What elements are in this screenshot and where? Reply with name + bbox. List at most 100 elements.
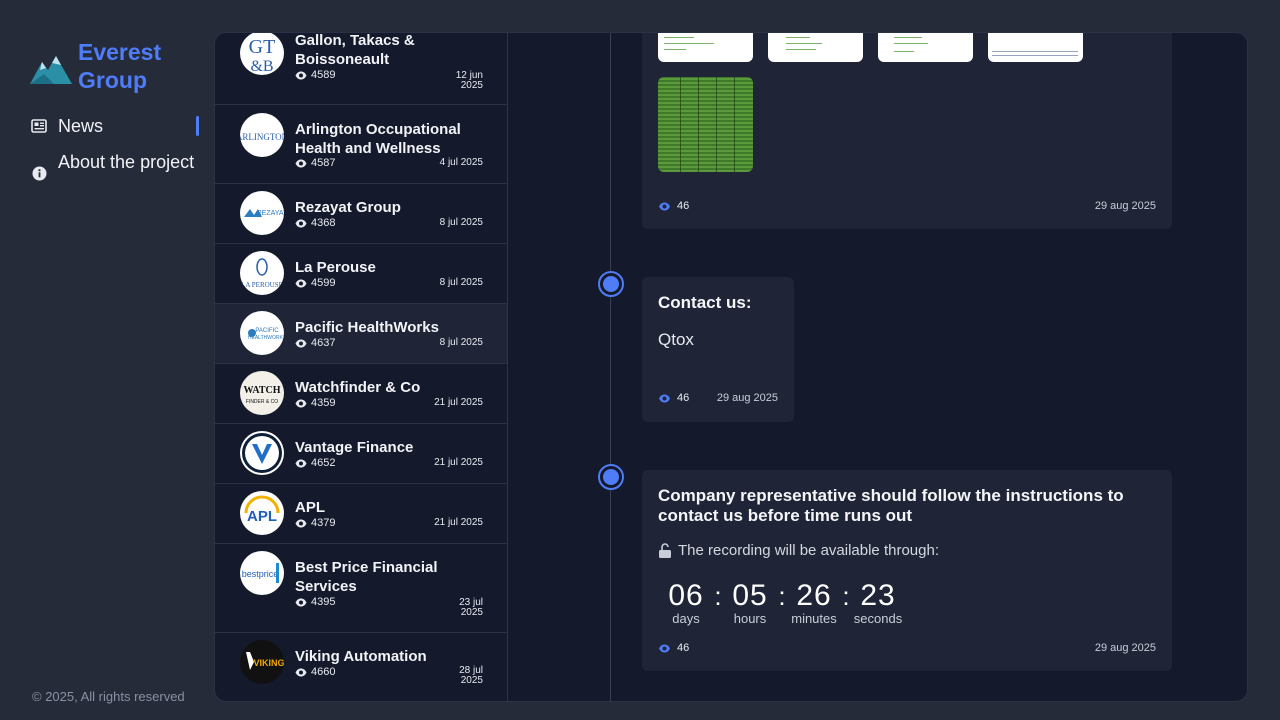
nav-item-about[interactable]: About the project <box>30 152 198 182</box>
countdown-timer: 06 days : 05 hours : 26 minutes : 23 sec… <box>658 580 906 626</box>
company-item[interactable]: APL APL 4379 21 jul 2025 <box>215 484 507 544</box>
svg-text:PACIFIC: PACIFIC <box>255 328 279 334</box>
timeline-dot <box>598 271 624 297</box>
countdown-label: days <box>672 611 700 626</box>
company-item-selected[interactable]: PACIFIC HEALTHWORKS Pacific HealthWorks 4… <box>215 304 507 364</box>
company-item[interactable]: GT &B Gallon, Takacs & Boissoneault 4589 … <box>215 33 507 105</box>
company-item[interactable]: LA PEROUSE La Perouse 4599 8 jul 2025 <box>215 244 507 304</box>
svg-text:REZAYAT: REZAYAT <box>257 210 284 217</box>
company-item[interactable]: WATCH FINDER & CO Watchfinder & Co 4359 2… <box>215 364 507 424</box>
date-line1: 21 jul 2025 <box>434 517 483 528</box>
company-logo: GT &B <box>240 33 284 75</box>
countdown-value: 05 <box>732 579 768 612</box>
countdown-separator: : <box>778 581 786 611</box>
date-line2: 2025 <box>460 607 483 618</box>
company-name: Watchfinder & Co <box>295 379 421 396</box>
company-item[interactable]: REZAYAT Rezayat Group 4368 8 jul 2025 <box>215 184 507 244</box>
company-date: 23 jul 2025 <box>439 598 483 618</box>
active-indicator <box>196 116 199 136</box>
eye-icon <box>659 202 670 210</box>
company-name: La Perouse <box>295 259 376 276</box>
date-line1: 8 jul 2025 <box>439 337 483 348</box>
date-line1: 21 jul 2025 <box>434 457 483 468</box>
eye-icon <box>295 598 307 606</box>
company-logo: LA PEROUSE <box>240 251 284 295</box>
countdown-hours: 05 hours <box>722 580 778 626</box>
eye-icon <box>295 459 307 467</box>
company-date: 8 jul 2025 <box>403 218 483 228</box>
attachment-thumbnail[interactable] <box>988 33 1083 62</box>
post-title: Contact us: <box>658 293 752 312</box>
date-line1: 8 jul 2025 <box>439 217 483 228</box>
views-count: 46 <box>677 642 690 654</box>
date-line1: 21 jul 2025 <box>434 397 483 408</box>
countdown-minutes: 26 minutes <box>786 580 842 626</box>
post-date: 29 aug 2025 <box>716 392 778 404</box>
svg-text:bestprice: bestprice <box>242 569 279 579</box>
nav-label-news: News <box>58 116 104 136</box>
countdown-value: 06 <box>668 579 704 612</box>
sidebar: Everest Group News About the project © 2… <box>0 0 214 720</box>
attachment-thumbnail[interactable] <box>658 33 753 62</box>
post-date: 29 aug 2025 <box>1094 200 1156 212</box>
post-text: Qtox <box>658 330 694 349</box>
views-count: 4660 <box>311 666 336 678</box>
company-views: 4587 <box>295 157 335 169</box>
eye-icon <box>295 519 307 527</box>
company-views: 4599 <box>295 277 335 289</box>
post-date: 29 aug 2025 <box>1094 642 1156 654</box>
date-line2: 2025 <box>460 80 483 91</box>
attachment-thumbnail[interactable] <box>878 33 973 62</box>
company-date: 12 jun 2025 <box>439 71 483 91</box>
svg-text:ARLINGTON: ARLINGTON <box>240 132 284 142</box>
eye-icon <box>295 159 307 167</box>
company-item[interactable]: VIKING Viking Automation 4660 28 jul 202… <box>215 633 507 701</box>
views-count: 4599 <box>311 277 336 289</box>
company-item[interactable]: ARLINGTON Arlington Occupational Health … <box>215 105 507 184</box>
date-line2: 2025 <box>460 675 483 686</box>
countdown-days: 06 days <box>658 580 714 626</box>
views-count: 4368 <box>311 217 336 229</box>
countdown-label: seconds <box>853 611 903 626</box>
brand[interactable]: Everest Group <box>30 38 161 94</box>
countdown-seconds: 23 seconds <box>850 580 906 626</box>
company-date: 4 jul 2025 <box>403 158 483 168</box>
eye-icon <box>295 399 307 407</box>
views-count: 46 <box>677 392 690 404</box>
views-count: 4359 <box>311 397 336 409</box>
company-date: 8 jul 2025 <box>403 338 483 348</box>
countdown-label: hours <box>733 611 767 626</box>
company-logo: bestprice <box>240 551 284 595</box>
views-count: 4589 <box>311 69 336 81</box>
views-count: 4652 <box>311 457 336 469</box>
attachment-thumbnail[interactable] <box>658 77 753 172</box>
company-logo: APL <box>240 491 284 535</box>
post-card: 46 29 aug 2025 <box>642 33 1172 229</box>
company-views: 4395 <box>295 596 335 608</box>
post-title: Company representative should follow the… <box>658 486 1124 525</box>
views-count: 4395 <box>311 596 336 608</box>
countdown-separator: : <box>714 581 722 611</box>
nav-item-news[interactable]: News <box>30 116 198 136</box>
company-views: 4660 <box>295 666 335 678</box>
views-count: 46 <box>677 200 690 212</box>
copyright-text: © 2025, All rights reserved <box>32 689 185 704</box>
mountain-logo-icon <box>30 56 72 84</box>
company-views: 4379 <box>295 517 335 529</box>
unlock-icon <box>659 543 671 558</box>
attachment-thumbnail[interactable] <box>768 33 863 62</box>
svg-text:LA PEROUSE: LA PEROUSE <box>241 281 283 289</box>
company-item[interactable]: bestprice Best Price Financial Services … <box>215 544 507 633</box>
recording-notice: The recording will be available through: <box>658 542 939 559</box>
company-logo <box>240 431 284 475</box>
brand-name-line2: Group <box>78 67 147 93</box>
brand-name: Everest Group <box>78 38 161 94</box>
views-count: 4637 <box>311 337 336 349</box>
svg-text:FINDER & CO: FINDER & CO <box>246 399 278 405</box>
post-views: 46 <box>658 200 689 212</box>
company-item[interactable]: Vantage Finance 4652 21 jul 2025 <box>215 424 507 484</box>
company-list[interactable]: GT &B Gallon, Takacs & Boissoneault 4589 … <box>215 33 508 701</box>
post-views: 46 <box>658 642 689 654</box>
views-count: 4587 <box>311 157 336 169</box>
company-date: 21 jul 2025 <box>403 518 483 528</box>
